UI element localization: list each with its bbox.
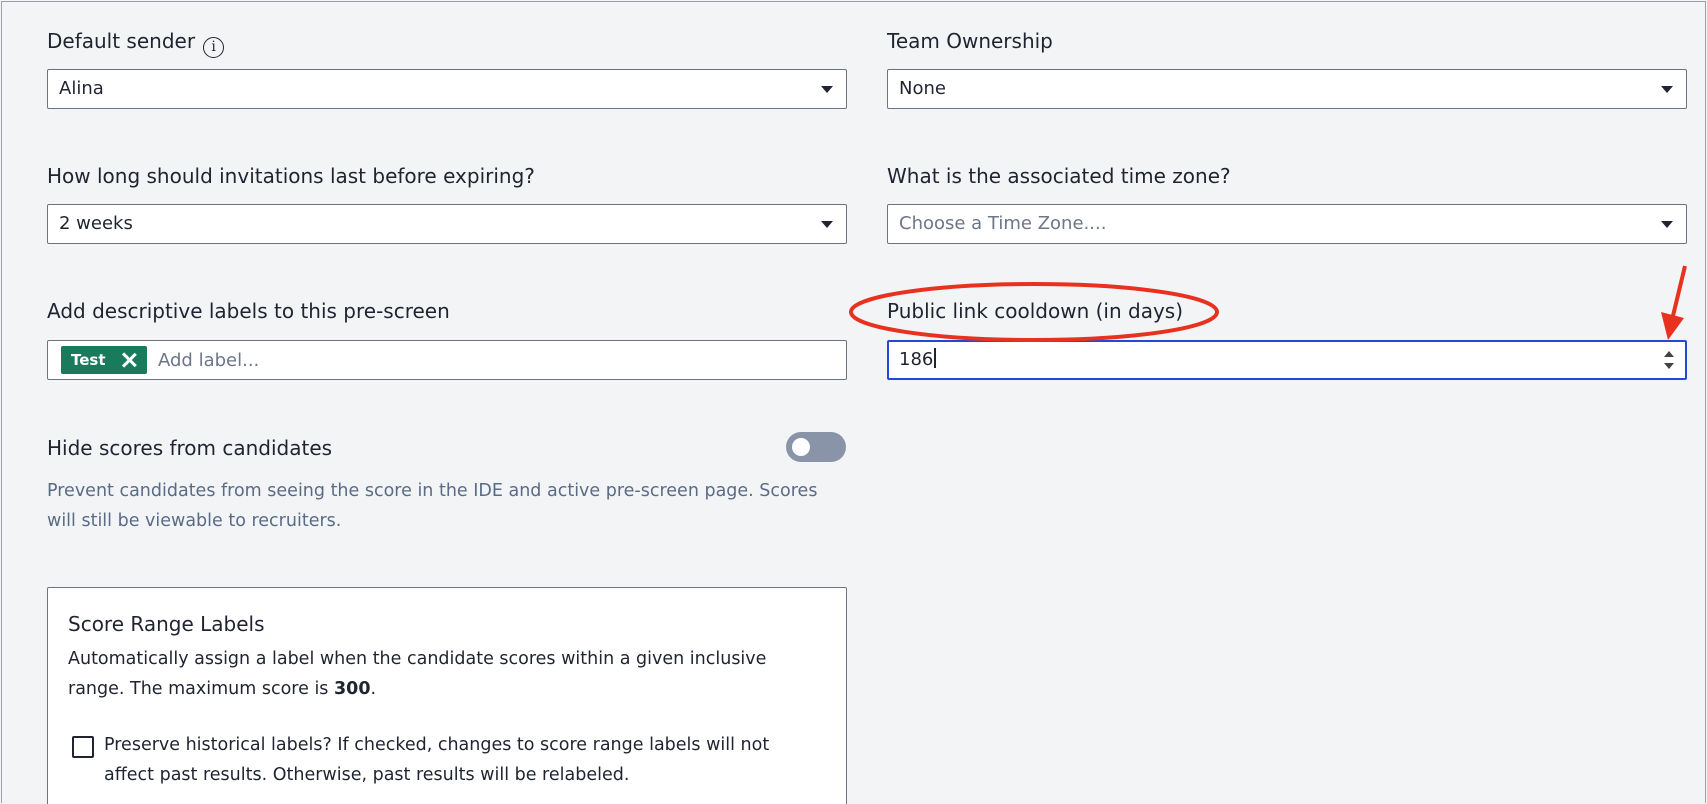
timezone-label: What is the associated time zone?	[887, 164, 1231, 188]
chevron-down-icon	[1661, 221, 1673, 228]
annotation-arrow-head	[1661, 312, 1684, 340]
cooldown-label: Public link cooldown (in days)	[887, 299, 1184, 323]
cooldown-number-input[interactable]: 186	[887, 340, 1687, 380]
default-sender-select[interactable]: Alina	[47, 69, 847, 109]
label-tag-text: Test	[71, 351, 106, 369]
text-cursor	[934, 348, 936, 368]
score-range-title: Score Range Labels	[68, 612, 265, 636]
timezone-placeholder: Choose a Time Zone....	[899, 213, 1107, 234]
score-range-description: Automatically assign a label when the ca…	[68, 644, 828, 704]
chevron-down-icon	[1661, 86, 1673, 93]
invitation-expiry-select[interactable]: 2 weeks	[47, 204, 847, 244]
preserve-labels-line1: Preserve historical labels? If checked, …	[104, 735, 770, 755]
annotation-arrow-line	[1670, 265, 1687, 321]
info-icon[interactable]: i	[203, 37, 225, 58]
preserve-labels-label[interactable]: Preserve historical labels? If checked, …	[104, 730, 804, 790]
preserve-labels-checkbox[interactable]	[72, 736, 94, 758]
team-ownership-label: Team Ownership	[887, 29, 1053, 53]
close-icon[interactable]	[121, 352, 137, 368]
invitation-expiry-value: 2 weeks	[59, 213, 133, 234]
spinner-icon[interactable]	[1664, 351, 1674, 369]
invitation-expiry-label: How long should invitations last before …	[47, 164, 535, 188]
toggle-knob	[792, 438, 810, 456]
cooldown-value: 186	[899, 349, 934, 370]
default-sender-label: Default sender i	[47, 29, 225, 58]
score-range-desc-line2: range. The maximum score is 300.	[68, 679, 377, 699]
score-range-desc-line1: Automatically assign a label when the ca…	[68, 649, 767, 669]
hide-scores-label: Hide scores from candidates	[47, 436, 333, 460]
chevron-down-icon	[821, 86, 833, 93]
chevron-down-icon	[821, 221, 833, 228]
descriptive-labels-label: Add descriptive labels to this pre-scree…	[47, 299, 450, 323]
default-sender-value: Alina	[59, 78, 104, 99]
timezone-select[interactable]: Choose a Time Zone....	[887, 204, 1687, 244]
team-ownership-value: None	[899, 78, 946, 99]
hide-scores-help-line2: will still be viewable to recruiters.	[47, 511, 342, 531]
team-ownership-select[interactable]: None	[887, 69, 1687, 109]
hide-scores-help-line1: Prevent candidates from seeing the score…	[47, 481, 818, 501]
hide-scores-toggle[interactable]	[786, 432, 846, 462]
preserve-labels-line2: affect past results. Otherwise, past res…	[104, 765, 630, 785]
label-tag: Test	[61, 346, 147, 374]
hide-scores-help: Prevent candidates from seeing the score…	[47, 476, 847, 536]
score-range-card: Score Range Labels Automatically assign …	[47, 587, 847, 804]
add-label-input[interactable]	[158, 346, 838, 374]
max-score: 300	[334, 679, 371, 699]
